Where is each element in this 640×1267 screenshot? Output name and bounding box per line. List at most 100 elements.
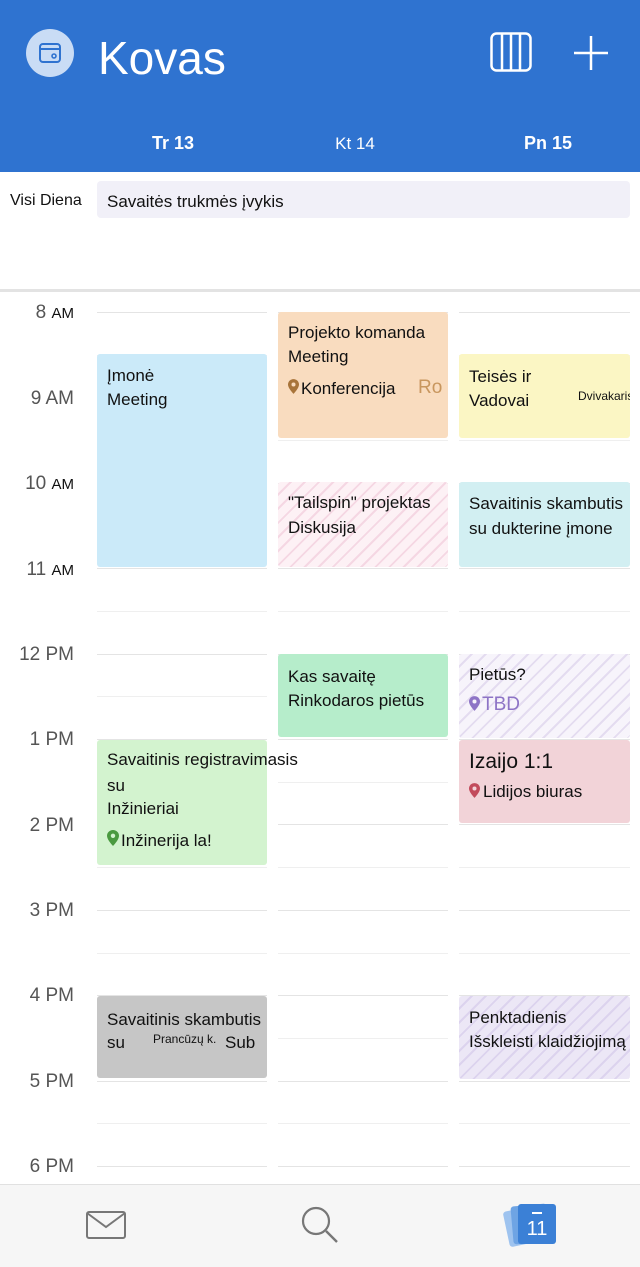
- grid-line: [97, 696, 267, 697]
- event-title: Teisės ir: [469, 367, 532, 386]
- location-pin-icon: [107, 830, 119, 846]
- add-event-button[interactable]: [572, 34, 610, 77]
- event-projekto-komanda[interactable]: Projekto komanda Meeting Konferencija Ro: [278, 312, 448, 438]
- grid-line: [97, 910, 267, 911]
- grid-line: [459, 1081, 630, 1082]
- month-title: Kovas: [98, 32, 226, 84]
- event-subtitle: Meeting: [107, 390, 168, 409]
- event-title: Savaitinis skambutis: [107, 1010, 262, 1029]
- event-subtitle: su dukterine įmone: [469, 519, 613, 538]
- grid-line: [97, 654, 267, 655]
- calendar-tab[interactable]: 11: [502, 1199, 562, 1254]
- event-title: Projekto komanda: [288, 323, 426, 342]
- grid-line: [459, 611, 630, 612]
- event-location: Inžinerija la!: [121, 831, 212, 850]
- grid-line: [459, 440, 630, 441]
- bottom-tab-bar: 11: [0, 1184, 640, 1267]
- grid-line: [278, 1038, 448, 1039]
- hour-label: 1 PM: [29, 729, 74, 750]
- event-subtitle: Rinkodaros pietūs: [288, 691, 425, 710]
- event-savaitinis-skambutis-sub[interactable]: Savaitinis skambutis su Prancūzų k. Sub: [97, 996, 267, 1078]
- grid-line: [97, 1081, 267, 1082]
- event-subtitle: Vadovai: [469, 391, 530, 410]
- event-teises-ir-vadovai[interactable]: Teisės ir Vadovai Dvivakaris: [459, 354, 630, 438]
- location-pin-icon: [469, 696, 480, 711]
- grid-line: [278, 611, 448, 612]
- event-location: Lidijos biuras: [483, 782, 583, 801]
- grid-line: [278, 910, 448, 911]
- grid-line: [278, 1081, 448, 1082]
- grid-line: [459, 910, 630, 911]
- hour-label: 2 PM: [29, 815, 74, 836]
- event-tailspin-diskusija[interactable]: "Tailspin" projektas Diskusija: [278, 482, 448, 567]
- grid-line: [278, 824, 448, 825]
- event-penktadienis[interactable]: Penktadienis Išskleisti klaidžiojimą: [459, 996, 630, 1079]
- event-subtitle: su: [107, 776, 125, 795]
- event-savaitinis-skambutis[interactable]: Savaitinis skambutis su dukterine įmone: [459, 482, 630, 567]
- event-subtitle: Sub: [225, 1033, 256, 1052]
- day-header-13[interactable]: Tr 13: [113, 133, 233, 154]
- hour-label: 12 PM: [19, 644, 74, 665]
- event-title: Savaitinis registravimasis: [107, 750, 298, 769]
- hour-label: 6 PM: [29, 1156, 74, 1177]
- event-location: Konferencija: [301, 379, 396, 398]
- event-subtitle: su: [107, 1033, 125, 1052]
- hour-label: 11 AM: [26, 559, 74, 580]
- event-location: TBD: [482, 694, 520, 715]
- plus-icon: [574, 36, 608, 70]
- app-header: Kovas Tr 13 Kt 14 Pn 15: [0, 0, 640, 172]
- grid-line: [278, 739, 448, 740]
- search-tab[interactable]: [300, 1205, 340, 1250]
- view-switch-button[interactable]: [490, 32, 532, 77]
- hour-label: 8 AM: [35, 302, 74, 323]
- event-attendee: Ro: [418, 377, 443, 398]
- grid-line: [459, 568, 630, 569]
- event-imone-meeting[interactable]: Įmonė Meeting: [97, 354, 267, 567]
- event-subtitle: Diskusija: [288, 518, 357, 537]
- hour-label: 3 PM: [29, 900, 74, 921]
- grid-line: [97, 1123, 267, 1124]
- event-izaijo-1-1[interactable]: Izaijo 1:1 Lidijos biuras: [459, 740, 630, 823]
- svg-text:11: 11: [527, 1218, 548, 1240]
- grid-line: [459, 867, 630, 868]
- event-subtitle: Išskleisti klaidžiojimą: [469, 1032, 626, 1051]
- event-title: Savaitinis skambutis: [469, 494, 624, 513]
- event-note: Dvivakaris: [578, 389, 630, 403]
- grid-line: [278, 995, 448, 996]
- event-subtitle: Inžinieriai: [107, 799, 179, 818]
- grid-line: [459, 1123, 630, 1124]
- all-day-label: Visi Diena: [10, 192, 82, 209]
- hour-label: 10 AM: [25, 473, 74, 494]
- event-note: Prancūzų k.: [153, 1032, 217, 1046]
- hour-label: 9 AM: [30, 388, 74, 409]
- event-pietus[interactable]: Pietūs? TBD: [459, 654, 630, 738]
- event-savaitinis-registravimasis[interactable]: Savaitinis registravimasis su Inžinieria…: [97, 740, 298, 865]
- day-header-15[interactable]: Pn 15: [488, 133, 608, 154]
- grid-line: [459, 824, 630, 825]
- event-rinkodaros-pietus[interactable]: Kas savaitę Rinkodaros pietūs: [278, 654, 448, 737]
- grid-line: [278, 1166, 448, 1167]
- calendar-stack-icon: 11: [503, 1203, 556, 1247]
- grid-line: [278, 568, 448, 569]
- grid-line: [278, 953, 448, 954]
- all-day-event-title: Savaitės trukmės įvykis: [107, 192, 284, 211]
- mail-tab[interactable]: [86, 1211, 126, 1244]
- calendar-switcher-button[interactable]: [26, 29, 74, 77]
- time-grid[interactable]: 8 AM 9 AM 10 AM 11 AM 12 PM 1 PM 2 PM 3 …: [0, 292, 640, 1184]
- search-icon: [301, 1206, 338, 1243]
- grid-line: [97, 953, 267, 954]
- event-title: Izaijo 1:1: [469, 750, 554, 773]
- event-title: "Tailspin" projektas: [288, 493, 431, 512]
- location-pin-icon: [288, 379, 299, 394]
- grid-line: [97, 312, 267, 313]
- grid-line: [278, 782, 448, 783]
- event-title: Pietūs?: [469, 665, 526, 684]
- grid-line: [97, 867, 267, 868]
- grid-line: [97, 568, 267, 569]
- columns-icon: [490, 32, 532, 72]
- all-day-event[interactable]: Savaitės trukmės įvykis: [97, 181, 630, 218]
- hour-label: 5 PM: [29, 1071, 74, 1092]
- location-pin-icon: [469, 783, 480, 798]
- grid-line: [97, 611, 267, 612]
- day-header-14[interactable]: Kt 14: [295, 134, 415, 154]
